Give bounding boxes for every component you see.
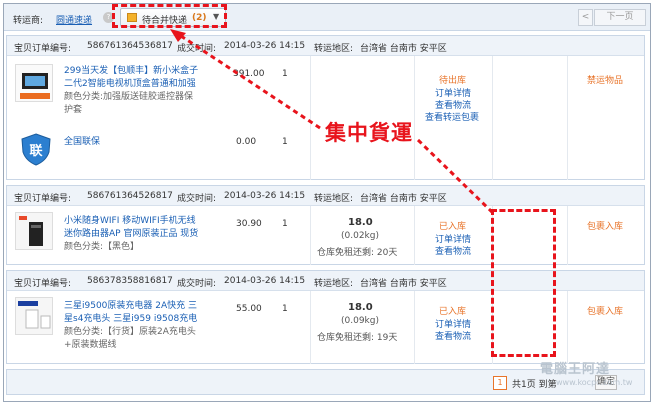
- product-name-line2[interactable]: 迷你路由器AP 官网原装正品 现货: [64, 228, 198, 241]
- view-logistics-link[interactable]: 查看物流: [435, 329, 471, 342]
- carrier-label: 转运商:: [13, 16, 44, 26]
- prohibited-item-label: 禁运物品: [587, 76, 624, 86]
- order-time: 2014-03-26 14:15: [224, 191, 306, 201]
- quantity: 1: [282, 304, 288, 314]
- dest: 台湾省 台南市 安平区: [360, 44, 447, 54]
- free-storage-days: 仓库免租还剩: 19天: [317, 333, 398, 343]
- order-status: 已入库: [439, 307, 467, 317]
- product-attr-line1: 颜色分类:【黑色】: [64, 242, 140, 252]
- unit-price: 30.90: [236, 219, 262, 229]
- quantity: 1: [282, 219, 288, 229]
- order-no: 586761364526817: [87, 191, 173, 201]
- shipping-fee: 18.0: [348, 302, 373, 313]
- product-name-line2[interactable]: 二代2智能电视机顶盒普通和加强: [64, 78, 196, 91]
- time-label: 成交时间:: [177, 194, 217, 204]
- order-no-label: 宝贝订单编号:: [14, 194, 72, 204]
- package-weight: (0.09kg): [341, 316, 379, 326]
- product-name-line1[interactable]: 小米随身WIFI 移动WIFI手机无线: [64, 215, 196, 228]
- package-received-label: 包裹入库: [587, 222, 624, 232]
- order-no-label: 宝贝订单编号:: [14, 279, 72, 289]
- quantity: 1: [282, 69, 288, 79]
- unit-price: 55.00: [236, 304, 262, 314]
- order-no-label: 宝贝订单编号:: [14, 44, 72, 54]
- product-name-line1[interactable]: 299当天发【包顺丰】新小米盒子: [64, 65, 198, 78]
- order-header: 宝贝订单编号: 586761364526817 成交时间: 2014-03-26…: [7, 186, 644, 206]
- carrier-link[interactable]: 圆通速递: [56, 13, 92, 26]
- order-header: 宝贝订单编号: 586761364536817 成交时间: 2014-03-26…: [7, 36, 644, 56]
- free-storage-days: 仓库免租还剩: 20天: [317, 248, 398, 258]
- dest-label: 转运地区:: [314, 194, 354, 204]
- warranty-name[interactable]: 全国联保: [64, 136, 100, 149]
- dest-label: 转运地区:: [314, 279, 354, 289]
- watermark-logo: 電腦王阿達: [540, 362, 611, 377]
- order-block: 宝贝订单编号: 586761364536817 成交时间: 2014-03-26…: [6, 35, 645, 180]
- unit-price: 391.00: [233, 69, 265, 79]
- tv-box-image: [20, 73, 50, 99]
- next-page-button[interactable]: 下一页: [594, 9, 646, 26]
- wifi-dongle-image: [19, 216, 43, 246]
- order-status: 待出库: [439, 76, 467, 86]
- shipping-fee: 18.0: [348, 217, 373, 228]
- highlight-box-merge: [112, 4, 227, 28]
- time-label: 成交时间:: [177, 44, 217, 54]
- order-no: 586378358816817: [87, 276, 173, 286]
- product-thumbnail[interactable]: [15, 297, 53, 335]
- charger-image: [18, 301, 51, 329]
- current-page[interactable]: 1: [493, 376, 507, 390]
- annotation-label: 集中貨運: [325, 121, 413, 145]
- highlight-box-column: [491, 209, 556, 357]
- toolbar: 转运商: 圆通速递 ? 待合并快递 (2) ▼ < 下一页: [4, 4, 650, 31]
- package-weight: (0.02kg): [341, 231, 379, 241]
- unit-price: 0.00: [236, 137, 257, 147]
- dest-label: 转运地区:: [314, 44, 354, 54]
- dest: 台湾省 台南市 安平区: [360, 279, 447, 289]
- product-name-line1[interactable]: 三星i9500原装充电器 2A快充 三: [64, 300, 197, 313]
- time-label: 成交时间:: [177, 279, 217, 289]
- dest: 台湾省 台南市 安平区: [360, 194, 447, 204]
- product-attr-line1: 颜色分类:加强版送硅胶遥控器保: [64, 92, 194, 102]
- product-name-line2[interactable]: 星s4充电头 三星i959 i9508充电: [64, 313, 197, 326]
- product-attr-line2: 护套: [64, 105, 83, 115]
- order-status: 已入库: [439, 222, 467, 232]
- svg-text:联: 联: [29, 144, 42, 159]
- quantity: 1: [282, 137, 288, 147]
- product-attr-line1: 颜色分类:【行货】原装2A充电头: [64, 327, 196, 337]
- package-received-label: 包裹入库: [587, 307, 624, 317]
- product-thumbnail[interactable]: [15, 64, 53, 102]
- page-info: 共1页 到第: [512, 380, 557, 390]
- order-no: 586761364536817: [87, 41, 173, 51]
- shield-icon: 联: [19, 132, 53, 166]
- order-time: 2014-03-26 14:15: [224, 276, 306, 286]
- watermark-url: www.kocpc.com.tw: [556, 378, 633, 387]
- order-time: 2014-03-26 14:15: [224, 41, 306, 51]
- product-attr-line2: +原装数据线: [64, 340, 117, 350]
- view-logistics-link[interactable]: 查看物流: [435, 244, 471, 257]
- product-thumbnail[interactable]: [15, 212, 53, 250]
- prev-page-button[interactable]: <: [578, 9, 593, 26]
- view-package-link[interactable]: 查看转运包裹: [425, 110, 479, 123]
